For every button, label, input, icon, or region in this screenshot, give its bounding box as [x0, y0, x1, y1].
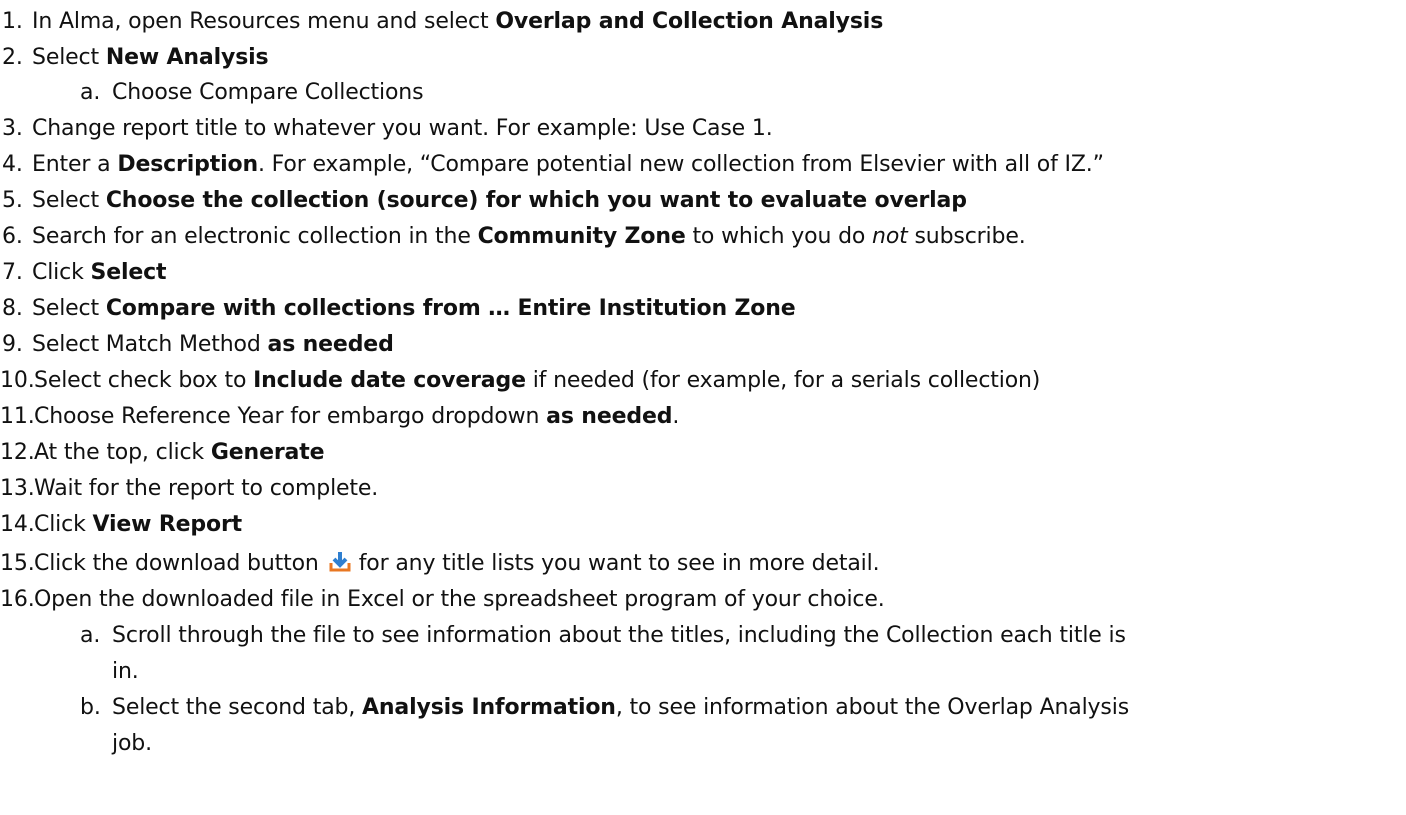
- step-number: 16.: [0, 587, 35, 612]
- step-number: 6.: [2, 224, 23, 249]
- step-text-plain: Choose Reference Year for embargo dropdo…: [34, 404, 547, 429]
- step-text-plain: At the top, click: [34, 440, 211, 465]
- step-text-plain: Select: [32, 296, 106, 321]
- step-text: Select Match Method as needed: [32, 331, 394, 359]
- step-text-bold: View Report: [92, 512, 243, 537]
- step-text-plain: Select: [32, 45, 106, 70]
- step-text: Select the second tab, Analysis Informat…: [112, 694, 1129, 722]
- step-text-italic: not: [872, 224, 908, 249]
- step-text: Select Compare with collections from … E…: [32, 295, 796, 323]
- step-text-plain: to which you do: [685, 224, 873, 249]
- step-text: Choose Compare Collections: [112, 80, 424, 105]
- step-text: Select Choose the collection (source) fo…: [32, 187, 967, 215]
- step-text: Choose Reference Year for embargo dropdo…: [34, 403, 679, 431]
- step-text: in.: [112, 659, 139, 684]
- step-text: Click the download button for any title l…: [34, 550, 880, 578]
- step-text-bold: Analysis Information: [362, 695, 616, 720]
- step-text-plain: for any title lists you want to see in m…: [358, 551, 880, 576]
- step-text-plain: Select check box to: [34, 368, 254, 393]
- step-text-bold: Select: [90, 260, 167, 285]
- step-text-bold: Compare with collections from … Entire I…: [105, 296, 796, 321]
- step-text-plain: Search for an electronic collection in t…: [32, 224, 478, 249]
- step-text-plain: Enter a: [32, 152, 118, 177]
- step-text-bold: as needed: [546, 404, 673, 429]
- step-number: 4.: [2, 152, 23, 177]
- step-text: In Alma, open Resources menu and select …: [32, 8, 883, 36]
- step-letter: a.: [80, 623, 101, 648]
- step-text-plain: .: [672, 404, 680, 429]
- step-number: 2.: [2, 45, 23, 70]
- step-text: Select check box to Include date coverag…: [34, 367, 1040, 395]
- step-text-plain: subscribe.: [907, 224, 1026, 249]
- step-text-plain: Click the download button: [34, 551, 319, 576]
- step-letter: b.: [80, 695, 101, 720]
- step-number: 5.: [2, 188, 23, 213]
- step-text-bold: Community Zone: [477, 224, 686, 249]
- step-text: Select New Analysis: [32, 44, 269, 72]
- step-text-bold: Description: [117, 152, 258, 177]
- step-text: Click View Report: [34, 511, 242, 539]
- step-text-plain: In Alma, open Resources menu and select: [32, 9, 496, 34]
- step-text-bold: Choose the collection (source) for which…: [105, 188, 967, 213]
- step-text-bold: Generate: [210, 440, 325, 465]
- step-text: Click Select: [32, 259, 167, 287]
- step-text-bold: Include date coverage: [253, 368, 526, 393]
- step-text-plain: Select Match Method: [32, 332, 268, 357]
- step-text: Wait for the report to complete.: [34, 476, 379, 501]
- step-number: 11.: [0, 404, 35, 429]
- step-text-plain: if needed (for example, for a serials co…: [525, 368, 1041, 393]
- step-text-plain: . For example, “Compare potential new co…: [257, 152, 1104, 177]
- step-text-plain: , to see information about the Overlap A…: [615, 695, 1130, 720]
- step-letter: a.: [80, 80, 101, 105]
- step-number: 1.: [2, 9, 23, 34]
- step-text-bold: as needed: [267, 332, 394, 357]
- step-text-plain: Click: [34, 512, 93, 537]
- step-number: 13.: [0, 476, 35, 501]
- step-text: job.: [112, 731, 152, 756]
- step-number: 12.: [0, 440, 35, 465]
- step-number: 9.: [2, 332, 23, 357]
- step-text: Scroll through the file to see informati…: [112, 623, 1126, 648]
- step-text: At the top, click Generate: [34, 439, 325, 467]
- step-text: Search for an electronic collection in t…: [32, 223, 1026, 251]
- step-number: 15.: [0, 551, 35, 576]
- download-icon: [329, 551, 351, 573]
- step-text-plain: Select: [32, 188, 106, 213]
- step-text-bold: New Analysis: [105, 45, 269, 70]
- step-text: Enter a Description. For example, “Compa…: [32, 151, 1104, 179]
- step-number: 8.: [2, 296, 23, 321]
- step-text-bold: Overlap and Collection Analysis: [495, 9, 884, 34]
- step-text-plain: Select the second tab,: [112, 695, 363, 720]
- step-text: Change report title to whatever you want…: [32, 116, 773, 141]
- step-text-plain: Click: [32, 260, 91, 285]
- step-number: 10.: [0, 368, 35, 393]
- step-number: 3.: [2, 116, 23, 141]
- step-number: 14.: [0, 512, 35, 537]
- instruction-document: 1. In Alma, open Resources menu and sele…: [0, 0, 1406, 815]
- step-text: Open the downloaded file in Excel or the…: [34, 587, 885, 612]
- step-number: 7.: [2, 260, 23, 285]
